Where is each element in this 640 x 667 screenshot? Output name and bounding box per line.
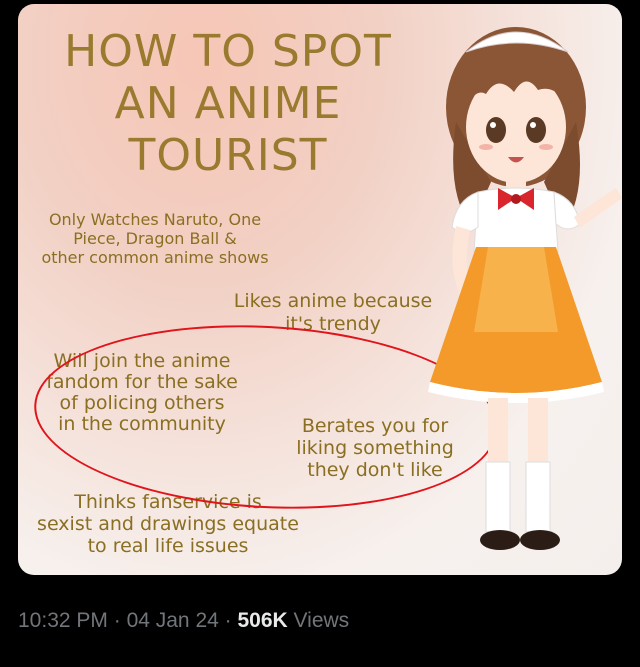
title-line: TOURIST [128,130,328,181]
title-line: HOW TO SPOT [64,26,392,77]
note-common-shows: Only Watches Naruto, One Piece, Dragon B… [20,210,290,267]
note-line: to real life issues [87,535,249,557]
tweet-meta: 10:32 PM · 04 Jan 24 · 506K Views [18,609,349,633]
tweet-date[interactable]: 04 Jan 24 [127,609,219,632]
note-line: sexist and drawings equate [37,513,299,535]
note-line: other common anime shows [41,248,269,267]
separator: · [107,609,127,632]
title-line: AN ANIME [114,78,342,129]
image-title: HOW TO SPOT AN ANIME TOURIST [18,26,438,182]
tweet-image[interactable]: HOW TO SPOT AN ANIME TOURIST Only Watche… [18,4,622,575]
separator: · [218,609,238,632]
maid-girl-illustration [428,27,622,550]
note-line: Only Watches Naruto, One [48,210,262,229]
views-label: Views [287,609,350,632]
views-count: 506K [237,609,288,632]
tweet-time[interactable]: 10:32 PM [18,609,108,632]
note-line: Piece, Dragon Ball & [73,229,237,248]
